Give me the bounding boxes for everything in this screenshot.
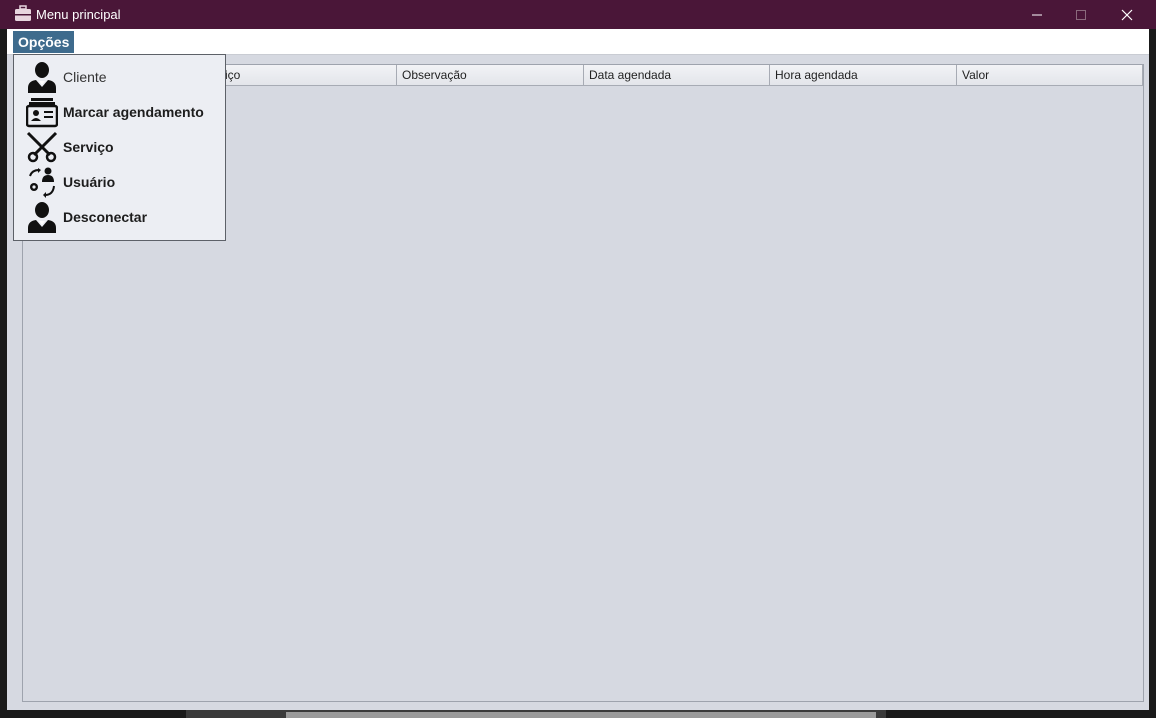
minimize-icon xyxy=(1032,14,1042,15)
opcoes-dropdown-menu: Cliente Marcar agendamento Serviço Usuár… xyxy=(13,54,226,241)
user-icon xyxy=(28,62,56,93)
maximize-button[interactable] xyxy=(1058,0,1104,29)
menu-opcoes[interactable]: Opções xyxy=(13,31,75,53)
column-header-data-agendada[interactable]: Data agendada xyxy=(584,65,770,86)
menu-bar: Opções xyxy=(7,29,1149,55)
scrollbar-thumb[interactable] xyxy=(286,712,876,718)
close-button[interactable] xyxy=(1104,0,1150,29)
scissors-icon xyxy=(26,131,58,163)
menu-item-desconectar[interactable]: Desconectar xyxy=(14,200,225,235)
menu-item-label: Serviço xyxy=(63,139,114,155)
window-title: Menu principal xyxy=(36,7,121,22)
id-card-icon xyxy=(26,98,58,128)
menu-item-label: Usuário xyxy=(63,174,116,190)
menu-item-label: Cliente xyxy=(63,69,107,85)
menu-item-label: Desconectar xyxy=(63,209,148,225)
menu-item-cliente[interactable]: Cliente xyxy=(14,60,225,95)
column-header-observacao[interactable]: Observação xyxy=(397,65,584,86)
user-icon xyxy=(28,202,56,233)
user-sync-icon xyxy=(29,167,55,198)
column-header-valor[interactable]: Valor xyxy=(957,65,1143,86)
menu-item-marcar-agendamento[interactable]: Marcar agendamento xyxy=(14,95,225,130)
close-icon xyxy=(1121,9,1133,20)
title-bar[interactable]: Menu principal xyxy=(0,0,1156,29)
column-header-servico[interactable]: rviço xyxy=(210,65,397,86)
minimize-button[interactable] xyxy=(1014,0,1060,29)
horizontal-scrollbar[interactable] xyxy=(186,710,886,718)
menu-item-servico[interactable]: Serviço xyxy=(14,130,225,165)
maximize-icon xyxy=(1076,9,1086,20)
briefcase-icon xyxy=(15,5,31,21)
column-header-hora-agendada[interactable]: Hora agendada xyxy=(770,65,957,86)
menu-item-usuario[interactable]: Usuário xyxy=(14,165,225,200)
menu-item-label: Marcar agendamento xyxy=(63,104,204,120)
